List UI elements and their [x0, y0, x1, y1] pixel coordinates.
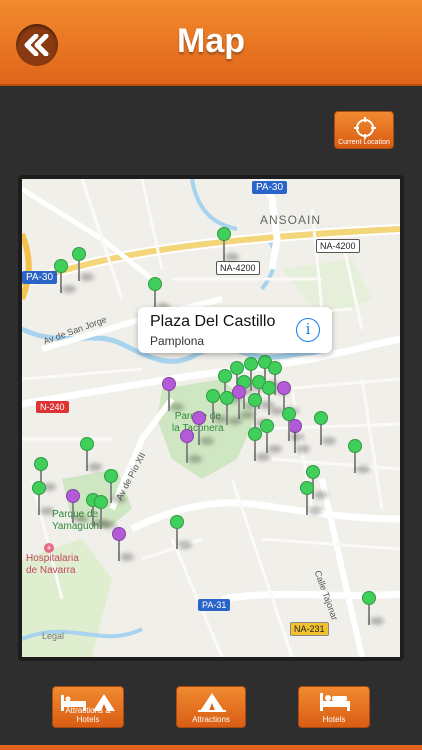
crosshair-icon: [354, 117, 376, 139]
attractions-and-hotels-label: Attractions & Hotels: [65, 706, 111, 724]
top-bar: Map: [0, 0, 422, 86]
pins-layer: [22, 179, 400, 657]
callout-subtitle: Pamplona: [150, 334, 205, 348]
map-pin[interactable]: [260, 419, 282, 455]
tent-icon: [198, 693, 226, 712]
map-pin[interactable]: [362, 591, 384, 627]
current-location-button[interactable]: Current Location: [334, 111, 394, 149]
map-pin[interactable]: [112, 527, 134, 563]
map-pin[interactable]: [54, 259, 76, 295]
map-pin[interactable]: [220, 391, 242, 427]
current-location-label: Current Location: [338, 139, 390, 146]
map-pin[interactable]: [232, 385, 254, 421]
attractions-and-hotels-button[interactable]: Attractions & Hotels: [52, 686, 124, 728]
bed-icon: [320, 693, 350, 711]
map-pin[interactable]: [180, 429, 202, 465]
info-icon[interactable]: i: [296, 318, 320, 342]
map-pin[interactable]: [80, 437, 102, 473]
hotels-label: Hotels: [322, 715, 346, 724]
callout-title: Plaza Del Castillo: [150, 313, 276, 330]
map-pin[interactable]: [262, 381, 284, 417]
map-pin[interactable]: [300, 481, 322, 517]
map-pin[interactable]: [66, 489, 88, 525]
map-pin[interactable]: [192, 411, 214, 447]
attractions-button[interactable]: Attractions: [176, 686, 246, 728]
map-pin[interactable]: [314, 411, 336, 447]
bottom-accent-line: [0, 745, 422, 750]
map-pin[interactable]: [162, 377, 184, 413]
map-frame: PA-30 PA-30 NA-4200 NA-4200 N-240 PA-31 …: [18, 175, 404, 661]
map-pin[interactable]: [217, 227, 239, 263]
map-callout[interactable]: Plaza Del Castillo Pamplona i: [138, 307, 332, 353]
map-pin[interactable]: [348, 439, 370, 475]
map-pin[interactable]: [32, 481, 54, 517]
map-pin[interactable]: [282, 407, 304, 443]
map-pin[interactable]: [94, 495, 116, 531]
bottom-toolbar: Attractions & Hotels Attractions Hotels: [0, 670, 422, 750]
attractions-label: Attractions: [192, 715, 230, 724]
map-view[interactable]: PA-30 PA-30 NA-4200 NA-4200 N-240 PA-31 …: [22, 179, 400, 657]
map-pin[interactable]: [206, 389, 228, 425]
map-pin[interactable]: [170, 515, 192, 551]
page-title: Map: [177, 22, 245, 60]
hotels-button[interactable]: Hotels: [298, 686, 370, 728]
map-pin[interactable]: [72, 247, 94, 283]
map-pin[interactable]: [248, 427, 270, 463]
